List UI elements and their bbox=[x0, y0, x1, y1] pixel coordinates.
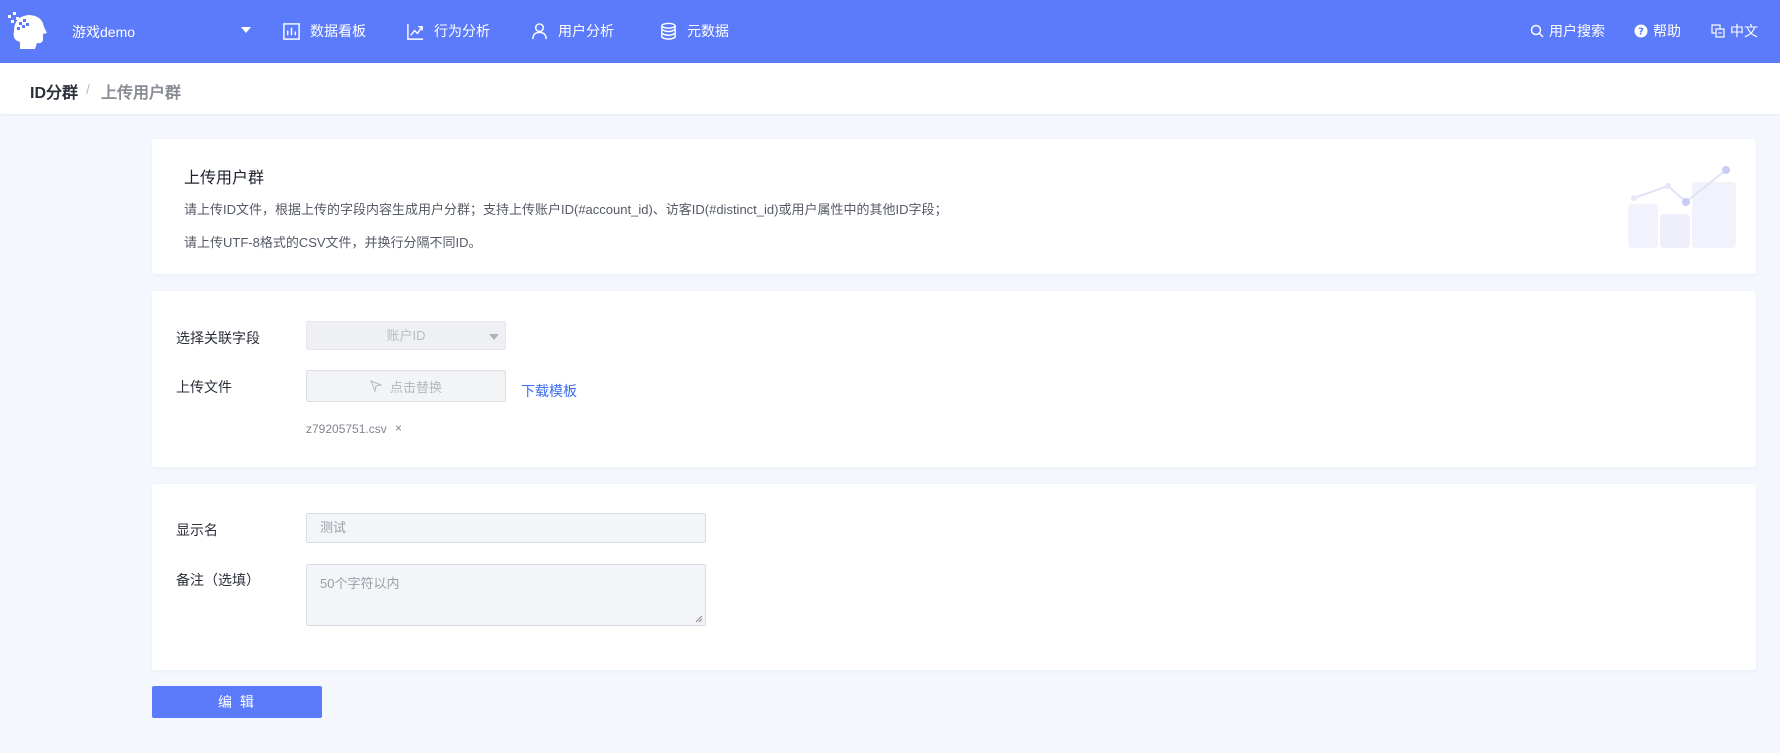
upload-card: 选择关联字段 账户ID 上传文件 点击替换 下载模板 z79205751.csv… bbox=[152, 291, 1756, 467]
field-select: 账户ID bbox=[306, 321, 506, 350]
user-search-button[interactable]: 用户搜索 bbox=[1530, 21, 1605, 41]
remark-textarea[interactable]: 50个字符以内 bbox=[306, 564, 706, 626]
intro-description: 请上传ID文件，根据上传的字段内容生成用户分群；支持上传账户ID(#accoun… bbox=[184, 202, 948, 217]
top-nav-bar: 游戏demo 数据看板 行为分析 用户分析 元数据 用户搜索 ? 帮助 中文 bbox=[0, 0, 1780, 63]
nav-label: 行为分析 bbox=[434, 23, 490, 39]
user-icon bbox=[532, 22, 547, 39]
upload-button-label: 点击替换 bbox=[389, 379, 442, 395]
chevron-down-icon bbox=[489, 334, 499, 340]
upload-replace-button[interactable]: 点击替换 bbox=[306, 370, 506, 402]
page-title: 上传用户群 bbox=[184, 170, 265, 187]
breadcrumb-root[interactable]: ID分群 bbox=[30, 79, 78, 103]
language-label: 中文 bbox=[1730, 23, 1758, 39]
help-button[interactable]: ? 帮助 bbox=[1634, 21, 1681, 41]
edit-button[interactable]: 编 辑 bbox=[152, 686, 322, 718]
nav-metadata[interactable]: 元数据 bbox=[659, 20, 729, 42]
user-search-label: 用户搜索 bbox=[1549, 23, 1605, 39]
project-selector-label[interactable]: 游戏demo bbox=[72, 22, 135, 42]
uploaded-file-name: z79205751.csv bbox=[306, 422, 387, 436]
bar-chart-icon bbox=[283, 22, 300, 40]
field-select-label: 选择关联字段 bbox=[176, 330, 260, 346]
display-name-input[interactable]: 测试 bbox=[306, 513, 706, 543]
remark-placeholder: 50个字符以内 bbox=[320, 576, 400, 591]
download-template-link[interactable]: 下载模板 bbox=[521, 381, 577, 401]
intro-format-note: 请上传UTF-8格式的CSV文件，并换行分隔不同ID。 bbox=[184, 235, 482, 250]
remove-file-button[interactable]: × bbox=[395, 421, 402, 435]
upload-file-label: 上传文件 bbox=[176, 379, 232, 395]
decorative-chart-icon bbox=[1628, 166, 1736, 248]
search-icon bbox=[1530, 24, 1544, 38]
nav-behavior-analysis[interactable]: 行为分析 bbox=[406, 20, 490, 42]
nav-label: 数据看板 bbox=[310, 23, 366, 39]
cursor-icon bbox=[370, 380, 382, 392]
nav-dashboard[interactable]: 数据看板 bbox=[282, 20, 366, 42]
display-name-label: 显示名 bbox=[176, 522, 218, 538]
logo-icon[interactable] bbox=[6, 9, 48, 53]
help-label: 帮助 bbox=[1653, 23, 1681, 39]
language-switch[interactable]: 中文 bbox=[1711, 21, 1758, 41]
breadcrumb-separator: / bbox=[86, 81, 90, 97]
help-icon: ? bbox=[1634, 24, 1648, 38]
nav-user-analysis[interactable]: 用户分析 bbox=[530, 20, 614, 42]
svg-text:?: ? bbox=[1638, 27, 1644, 38]
remark-label: 备注（选填） bbox=[176, 572, 260, 588]
nav-label: 用户分析 bbox=[558, 23, 614, 39]
resize-handle-icon[interactable] bbox=[695, 615, 703, 623]
intro-card: 上传用户群 请上传ID文件，根据上传的字段内容生成用户分群；支持上传账户ID(#… bbox=[152, 139, 1756, 274]
nav-label: 元数据 bbox=[687, 23, 729, 39]
database-icon bbox=[661, 22, 676, 40]
trend-line-icon bbox=[407, 23, 424, 40]
field-select-value: 账户ID bbox=[386, 328, 426, 343]
breadcrumb-current: 上传用户群 bbox=[101, 85, 182, 102]
chevron-down-icon[interactable] bbox=[241, 27, 251, 33]
language-icon bbox=[1711, 24, 1725, 38]
breadcrumb: ID分群 / 上传用户群 bbox=[0, 63, 1780, 114]
detail-card: 显示名 测试 备注（选填） 50个字符以内 bbox=[152, 484, 1756, 670]
